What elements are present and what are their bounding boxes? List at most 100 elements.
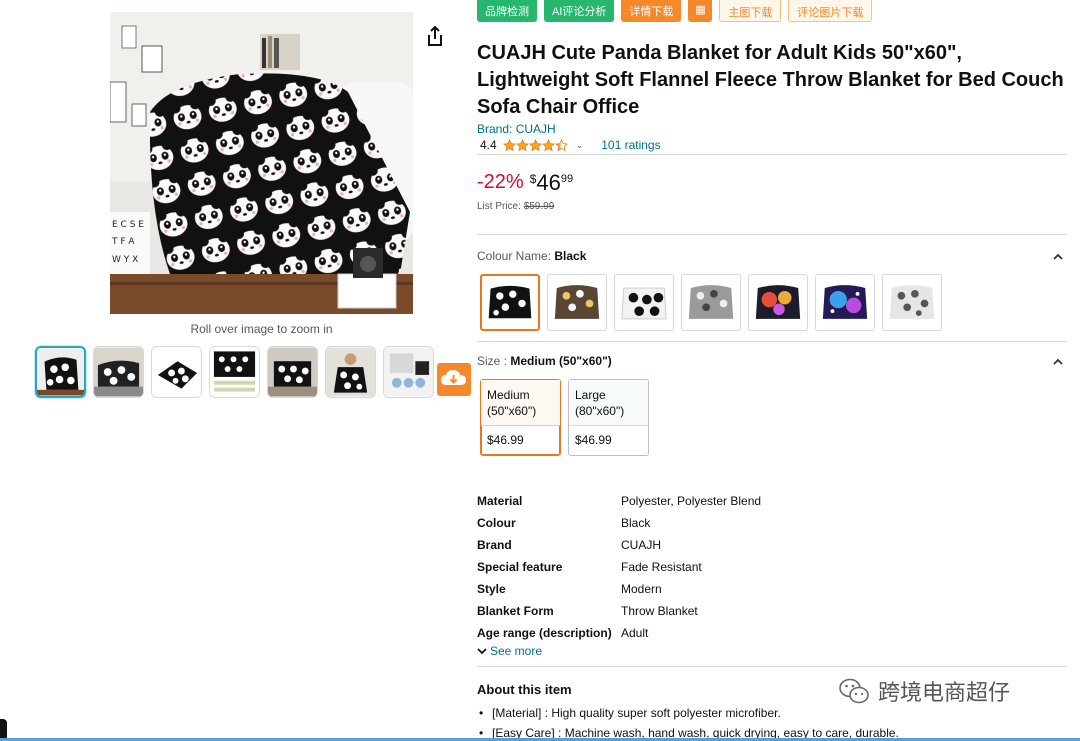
svg-text:E C S E: E C S E — [112, 220, 144, 230]
spec-value: Polyester, Polyester Blend — [621, 494, 762, 508]
spec-row: Colour Black — [477, 512, 761, 534]
colour-swatch-black[interactable] — [480, 274, 540, 331]
price-fraction: 99 — [560, 173, 574, 185]
main-product-image[interactable]: E C S E T F A W Y X — [110, 12, 413, 314]
chevron-down-icon[interactable]: ⌄ — [576, 140, 584, 151]
panda-blanket-photo: E C S E T F A W Y X — [110, 12, 413, 314]
list-price-label: List Price: — [477, 201, 521, 212]
chevron-up-icon[interactable] — [1052, 250, 1064, 262]
discount-percent: -22% — [477, 171, 524, 193]
price-block: -22% $ 46 99 — [477, 168, 573, 196]
detail-download-button[interactable]: 详情下载 — [621, 0, 682, 22]
size-option-price: $46.99 — [575, 433, 612, 447]
spec-key: Material — [477, 494, 523, 508]
colour-label-text: Colour Name: — [477, 249, 552, 263]
size-option-line2: (50"x60") — [487, 404, 537, 418]
colour-swatches — [480, 274, 942, 331]
spec-value: Throw Blanket — [621, 604, 698, 618]
star-icon — [515, 138, 529, 151]
spec-value: CUAJH — [621, 538, 662, 552]
size-option-line1: Large — [575, 388, 606, 402]
spec-value: Black — [621, 516, 651, 530]
spec-value: Adult — [621, 626, 649, 640]
spec-key: Colour — [477, 516, 516, 530]
price-whole: 46 — [536, 170, 561, 195]
size-option-name: Medium (50"x60") — [481, 380, 560, 426]
brand-link[interactable]: Brand: CUAJH — [477, 122, 556, 136]
spec-value: Modern — [621, 582, 662, 596]
wechat-icon — [839, 678, 869, 704]
spec-row: Age range (description) Adult — [477, 622, 761, 644]
spec-key: Style — [477, 582, 506, 596]
spec-key: Blanket Form — [477, 604, 554, 618]
spec-value: Fade Resistant — [621, 560, 702, 574]
spec-row: Brand CUAJH — [477, 534, 761, 556]
about-bullet: [Material] : High quality super soft pol… — [477, 703, 899, 723]
spec-row: Blanket Form Throw Blanket — [477, 600, 761, 622]
size-selected: Medium (50"x60") — [510, 354, 612, 368]
colour-swatch-5[interactable] — [748, 274, 808, 331]
grid-icon[interactable]: ▦ — [688, 0, 713, 22]
size-label: Size : Medium (50"x60") — [477, 354, 612, 368]
svg-text:T F A: T F A — [111, 237, 135, 247]
list-price-value: $59.99 — [523, 201, 555, 212]
thumbnail-2[interactable] — [93, 346, 144, 398]
review-image-download-button[interactable]: 评论图片下载 — [788, 0, 873, 22]
divider — [477, 341, 1067, 342]
size-option-line2: (80"x60") — [575, 404, 625, 418]
star-rating-icon[interactable] — [502, 138, 568, 152]
size-option-medium[interactable]: Medium (50"x60") $46.99 — [480, 379, 561, 456]
see-more-label: See more — [490, 644, 543, 658]
list-price: List Price: $59.99 — [477, 201, 554, 212]
colour-swatch-2[interactable] — [547, 274, 607, 331]
colour-swatch-3[interactable] — [614, 274, 674, 331]
thumbnail-6[interactable] — [325, 346, 376, 398]
colour-swatch-7[interactable] — [882, 274, 942, 331]
thumbnail-5[interactable] — [267, 346, 318, 398]
divider — [477, 154, 1067, 155]
colour-swatch-6[interactable] — [815, 274, 875, 331]
size-label-text: Size : — [477, 354, 508, 368]
ratings-count-link[interactable]: 101 ratings — [601, 138, 660, 152]
size-option-name: Large (80"x60") — [569, 380, 648, 426]
spec-key: Age range (description) — [477, 626, 612, 640]
about-title: About this item — [477, 682, 572, 697]
cloud-download-icon[interactable] — [437, 363, 471, 396]
spec-key: Brand — [477, 538, 512, 552]
star-icon — [541, 138, 555, 151]
thumbnail-strip — [35, 346, 434, 398]
star-icon — [528, 138, 542, 151]
divider — [477, 234, 1067, 235]
thumbnail-3[interactable] — [151, 346, 202, 398]
size-option-price: $46.99 — [487, 433, 524, 447]
plugin-toolbar: 品牌检测 AI评论分析 详情下载 ▦ 主图下载 评论图片下载 — [477, 0, 873, 22]
product-specs-table: Material Polyester, Polyester Blend Colou… — [477, 490, 761, 644]
svg-text:W Y X: W Y X — [112, 255, 138, 265]
size-option-large[interactable]: Large (80"x60") $46.99 — [568, 379, 649, 456]
divider — [477, 666, 1067, 667]
spec-key: Special feature — [477, 560, 563, 574]
size-options: Medium (50"x60") $46.99 Large (80"x60") … — [480, 379, 649, 456]
brand-check-button[interactable]: 品牌检测 — [477, 0, 537, 22]
rating-value: 4.4 — [480, 138, 497, 152]
size-option-line1: Medium — [487, 388, 530, 402]
share-icon[interactable] — [425, 25, 445, 47]
thumbnail-4[interactable] — [209, 346, 260, 398]
chevron-down-icon — [477, 648, 487, 655]
chevron-up-icon[interactable] — [1052, 355, 1064, 367]
main-image-download-button[interactable]: 主图下载 — [719, 0, 782, 22]
thumbnail-7[interactable] — [383, 346, 434, 398]
watermark-text: 跨境电商超仔 — [878, 681, 1011, 706]
spec-row: Special feature Fade Resistant — [477, 556, 761, 578]
watermark: 跨境电商超仔 — [838, 675, 1010, 707]
spec-row: Material Polyester, Polyester Blend — [477, 490, 761, 512]
rating-row: 4.4 ⌄ 101 ratings — [480, 138, 661, 152]
product-title: CUAJH Cute Panda Blanket for Adult Kids … — [477, 42, 1064, 118]
colour-swatch-4[interactable] — [681, 274, 741, 331]
about-bullets: [Material] : High quality super soft pol… — [477, 703, 899, 741]
thumbnail-1[interactable] — [35, 346, 86, 398]
ai-review-analysis-button[interactable]: AI评论分析 — [544, 0, 615, 22]
see-more-link[interactable]: See more — [477, 644, 542, 658]
colour-selected: Black — [554, 249, 587, 263]
zoom-hint: Roll over image to zoom in — [190, 322, 333, 336]
